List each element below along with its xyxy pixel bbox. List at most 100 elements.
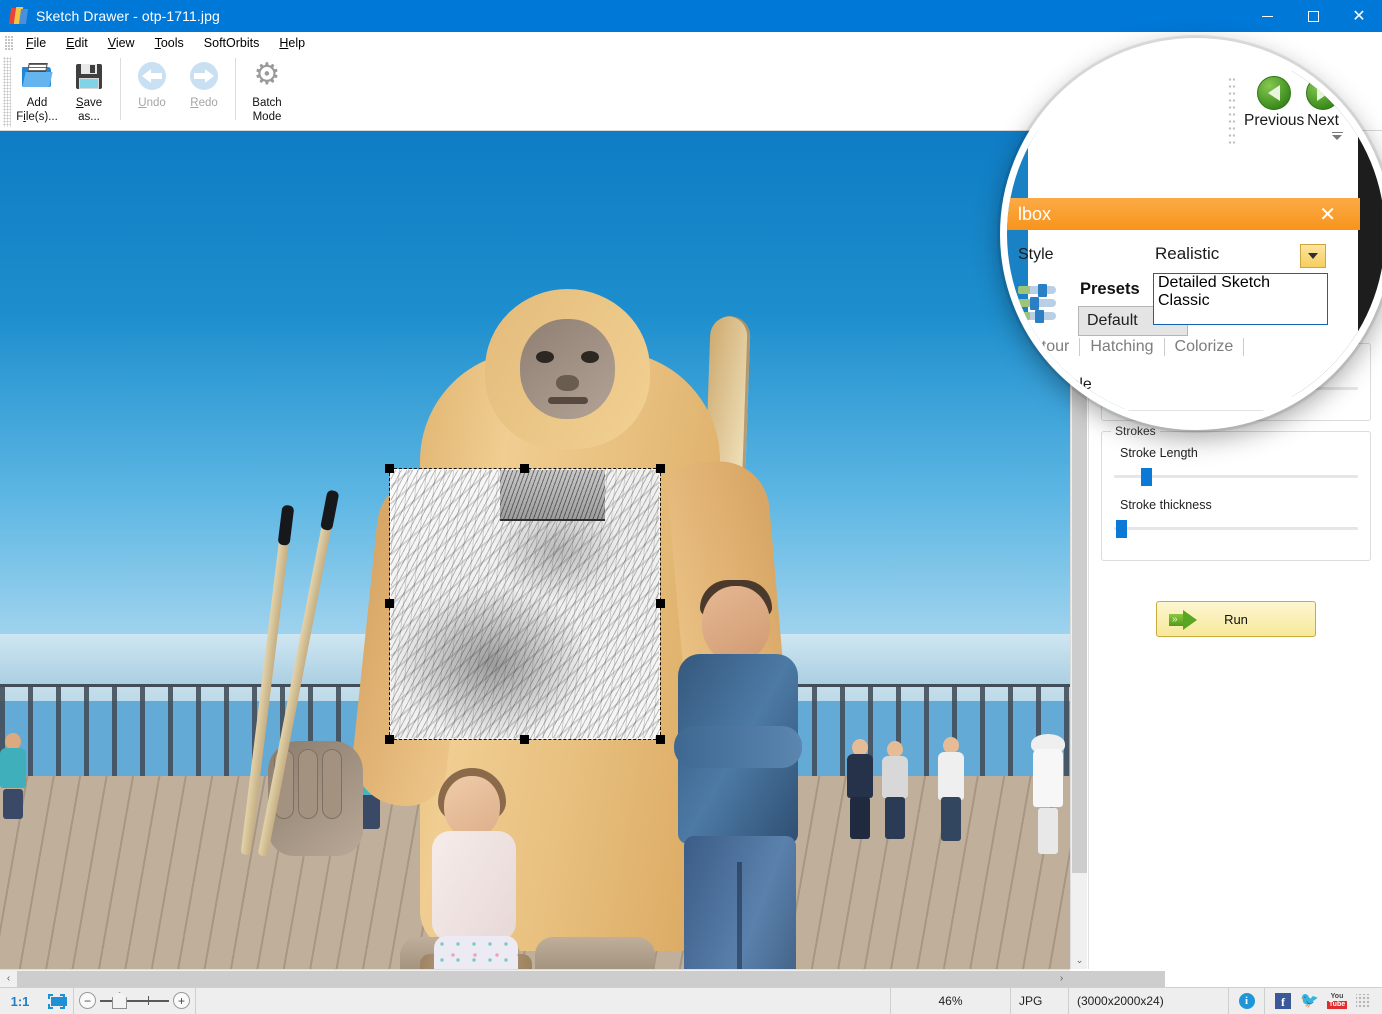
magnified-next-label: Next (1307, 112, 1339, 130)
stroke-length-slider-thumb[interactable] (1141, 468, 1152, 486)
magnified-toolbox-close-icon[interactable]: ✕ (1319, 202, 1336, 227)
magnified-overflow-chevron-icon[interactable] (1330, 132, 1344, 146)
stroke-thickness-slider[interactable] (1114, 518, 1358, 538)
magnified-divider (1080, 410, 1340, 411)
gear-icon: ⚙ (251, 60, 283, 92)
adult-person (660, 586, 830, 969)
menu-softorbits[interactable]: SoftOrbits (194, 34, 270, 52)
add-files-button[interactable]: AddFile(s)... (11, 54, 63, 126)
background-person (845, 739, 875, 839)
zoom-in-button[interactable]: + (173, 992, 190, 1009)
batch-mode-label-line1: Batch (252, 97, 281, 109)
magnified-tab-colorize[interactable]: Colorize (1165, 338, 1245, 356)
selection-handle-top-right[interactable] (656, 464, 665, 473)
strokes-group-title: Strokes (1111, 424, 1160, 438)
horizontal-scroll-thumb[interactable] (17, 971, 1165, 987)
scroll-down-arrow-icon[interactable]: ⌄ (1071, 952, 1088, 969)
zoom-out-button[interactable]: − (79, 992, 96, 1009)
toolbar-separator-1 (120, 58, 121, 120)
selection-handle-top-left[interactable] (385, 464, 394, 473)
batch-mode-label-line2: Mode (253, 111, 282, 123)
magnified-next-arrow-icon (1306, 76, 1340, 110)
info-icon: i (1239, 993, 1255, 1009)
magnified-presets-label: Presets (1080, 280, 1140, 299)
magnified-toolbox-title-bar: lbox ✕ (1000, 198, 1360, 230)
zoom-slider-control[interactable]: − + (74, 988, 196, 1014)
menu-tools[interactable]: Tools (145, 34, 194, 52)
selection-handle-bottom-right[interactable] (656, 735, 665, 744)
selection-rectangle[interactable] (390, 469, 660, 739)
add-files-label-line1: Add (27, 97, 47, 109)
selection-handle-middle-right[interactable] (656, 599, 665, 608)
scroll-right-arrow-icon[interactable]: › (1053, 970, 1070, 987)
image-dimensions-label: (3000x2000x24) (1069, 988, 1229, 1014)
style-dropdown-list[interactable]: Realistic Detailed Sketch Classic (1153, 273, 1328, 325)
child-person (410, 776, 540, 969)
title-bar: Sketch Drawer - otp-1711.jpg ✕ (0, 0, 1382, 32)
status-bar: 1:1 − + 46% JPG (3000x2000x24) i f 🐦 You… (0, 987, 1382, 1014)
magnified-nav-grip[interactable] (1228, 76, 1235, 148)
menu-view[interactable]: View (98, 34, 145, 52)
image-canvas[interactable] (0, 131, 1070, 969)
save-as-button[interactable]: Saveas... (63, 54, 115, 126)
menu-help[interactable]: Help (269, 34, 315, 52)
selection-handle-top-center[interactable] (520, 464, 529, 473)
run-button-container: » Run (1101, 601, 1371, 637)
magnified-previous-label: Previous (1244, 112, 1304, 130)
magnified-style-dropdown-chevron-icon[interactable] (1300, 244, 1326, 268)
undo-button[interactable]: Undo (126, 54, 178, 126)
add-files-icon (21, 60, 53, 92)
file-format-label: JPG (1011, 988, 1069, 1014)
youtube-icon[interactable]: YouTube (1327, 993, 1347, 1010)
selection-handle-bottom-left[interactable] (385, 735, 394, 744)
magnified-toolbox-title: lbox (1018, 204, 1051, 225)
menu-grip-handle[interactable] (4, 36, 14, 50)
background-person (880, 741, 910, 839)
magnified-next-button[interactable]: Next (1306, 76, 1340, 130)
undo-arrow-icon (136, 60, 168, 92)
app-logo-icon (10, 7, 28, 25)
status-spacer (196, 988, 891, 1014)
twitter-icon[interactable]: 🐦 (1300, 993, 1318, 1009)
stroke-length-label: Stroke Length (1120, 446, 1360, 460)
close-button[interactable]: ✕ (1336, 0, 1382, 32)
redo-button[interactable]: Redo (178, 54, 230, 126)
minimize-button[interactable] (1244, 0, 1290, 32)
resize-grip-icon[interactable] (1356, 994, 1370, 1008)
stroke-length-slider[interactable] (1114, 466, 1358, 486)
magnifier-overlay: Previous Next lbox ✕ Style Realistic (1000, 38, 1382, 430)
selection-handle-middle-left[interactable] (385, 599, 394, 608)
application-window: Sketch Drawer - otp-1711.jpg ✕ FFileile … (0, 0, 1382, 1014)
batch-mode-button[interactable]: ⚙ Batch Mode (241, 54, 293, 126)
info-button[interactable]: i (1229, 988, 1265, 1014)
magnified-tab-hatching[interactable]: Hatching (1080, 338, 1164, 356)
save-icon (73, 60, 105, 92)
canvas-horizontal-scrollbar[interactable]: ‹ › (0, 969, 1070, 987)
stroke-thickness-slider-thumb[interactable] (1116, 520, 1127, 538)
background-person (1030, 734, 1066, 854)
window-title: Sketch Drawer - otp-1711.jpg (36, 8, 220, 24)
selection-handle-bottom-center[interactable] (520, 735, 529, 744)
zoom-slider-thumb[interactable] (112, 992, 127, 1009)
scroll-left-arrow-icon[interactable]: ‹ (0, 970, 17, 987)
window-controls: ✕ (1244, 0, 1382, 32)
stroke-thickness-slider-track (1114, 527, 1358, 530)
redo-arrow-icon (188, 60, 220, 92)
menu-file[interactable]: FFileile (16, 34, 56, 52)
facebook-icon[interactable]: f (1275, 993, 1291, 1009)
fit-to-window-button[interactable] (40, 988, 74, 1014)
dropdown-option-detailed-sketch[interactable]: Detailed Sketch (1154, 274, 1327, 292)
magnified-enable-label: Enable (1042, 376, 1092, 394)
zoom-ratio-label[interactable]: 1:1 (0, 988, 40, 1014)
run-button[interactable]: » Run (1156, 601, 1316, 637)
magnified-tab-contour[interactable]: ontour (1014, 338, 1080, 356)
selection-dashed-border (390, 469, 660, 739)
stroke-thickness-label: Stroke thickness (1120, 498, 1360, 512)
close-icon: ✕ (1352, 8, 1365, 24)
toolbar-grip-handle[interactable] (3, 57, 11, 127)
magnified-previous-button[interactable]: Previous (1244, 76, 1304, 130)
maximize-button[interactable] (1290, 0, 1336, 32)
dropdown-option-classic[interactable]: Classic (1154, 292, 1327, 310)
menu-edit[interactable]: Edit (56, 34, 98, 52)
social-links: f 🐦 YouTube (1265, 988, 1382, 1014)
